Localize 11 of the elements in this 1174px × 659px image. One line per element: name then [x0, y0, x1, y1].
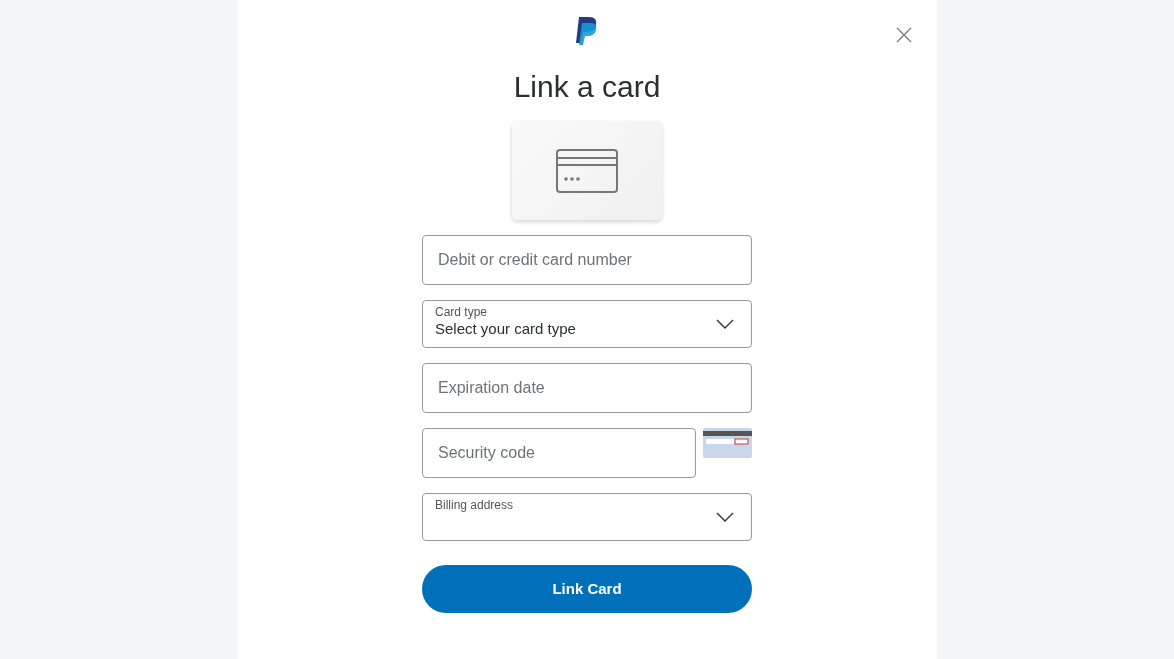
select-field[interactable]: Card type Select your card type — [422, 300, 752, 348]
card-back-icon — [703, 428, 752, 458]
chevron-down-icon — [716, 512, 734, 522]
chevron-down-icon — [716, 319, 734, 329]
dialog-title: Link a card — [513, 69, 661, 105]
credit-card-icon — [556, 148, 618, 193]
select-field[interactable]: Billing address — [422, 493, 752, 541]
input-field[interactable]: Expiration date — [422, 363, 752, 413]
input-field[interactable]: Security code — [422, 428, 696, 478]
link-card-button[interactable]: Link Card — [422, 565, 752, 613]
input-field[interactable]: Debit or credit card number — [422, 235, 752, 285]
